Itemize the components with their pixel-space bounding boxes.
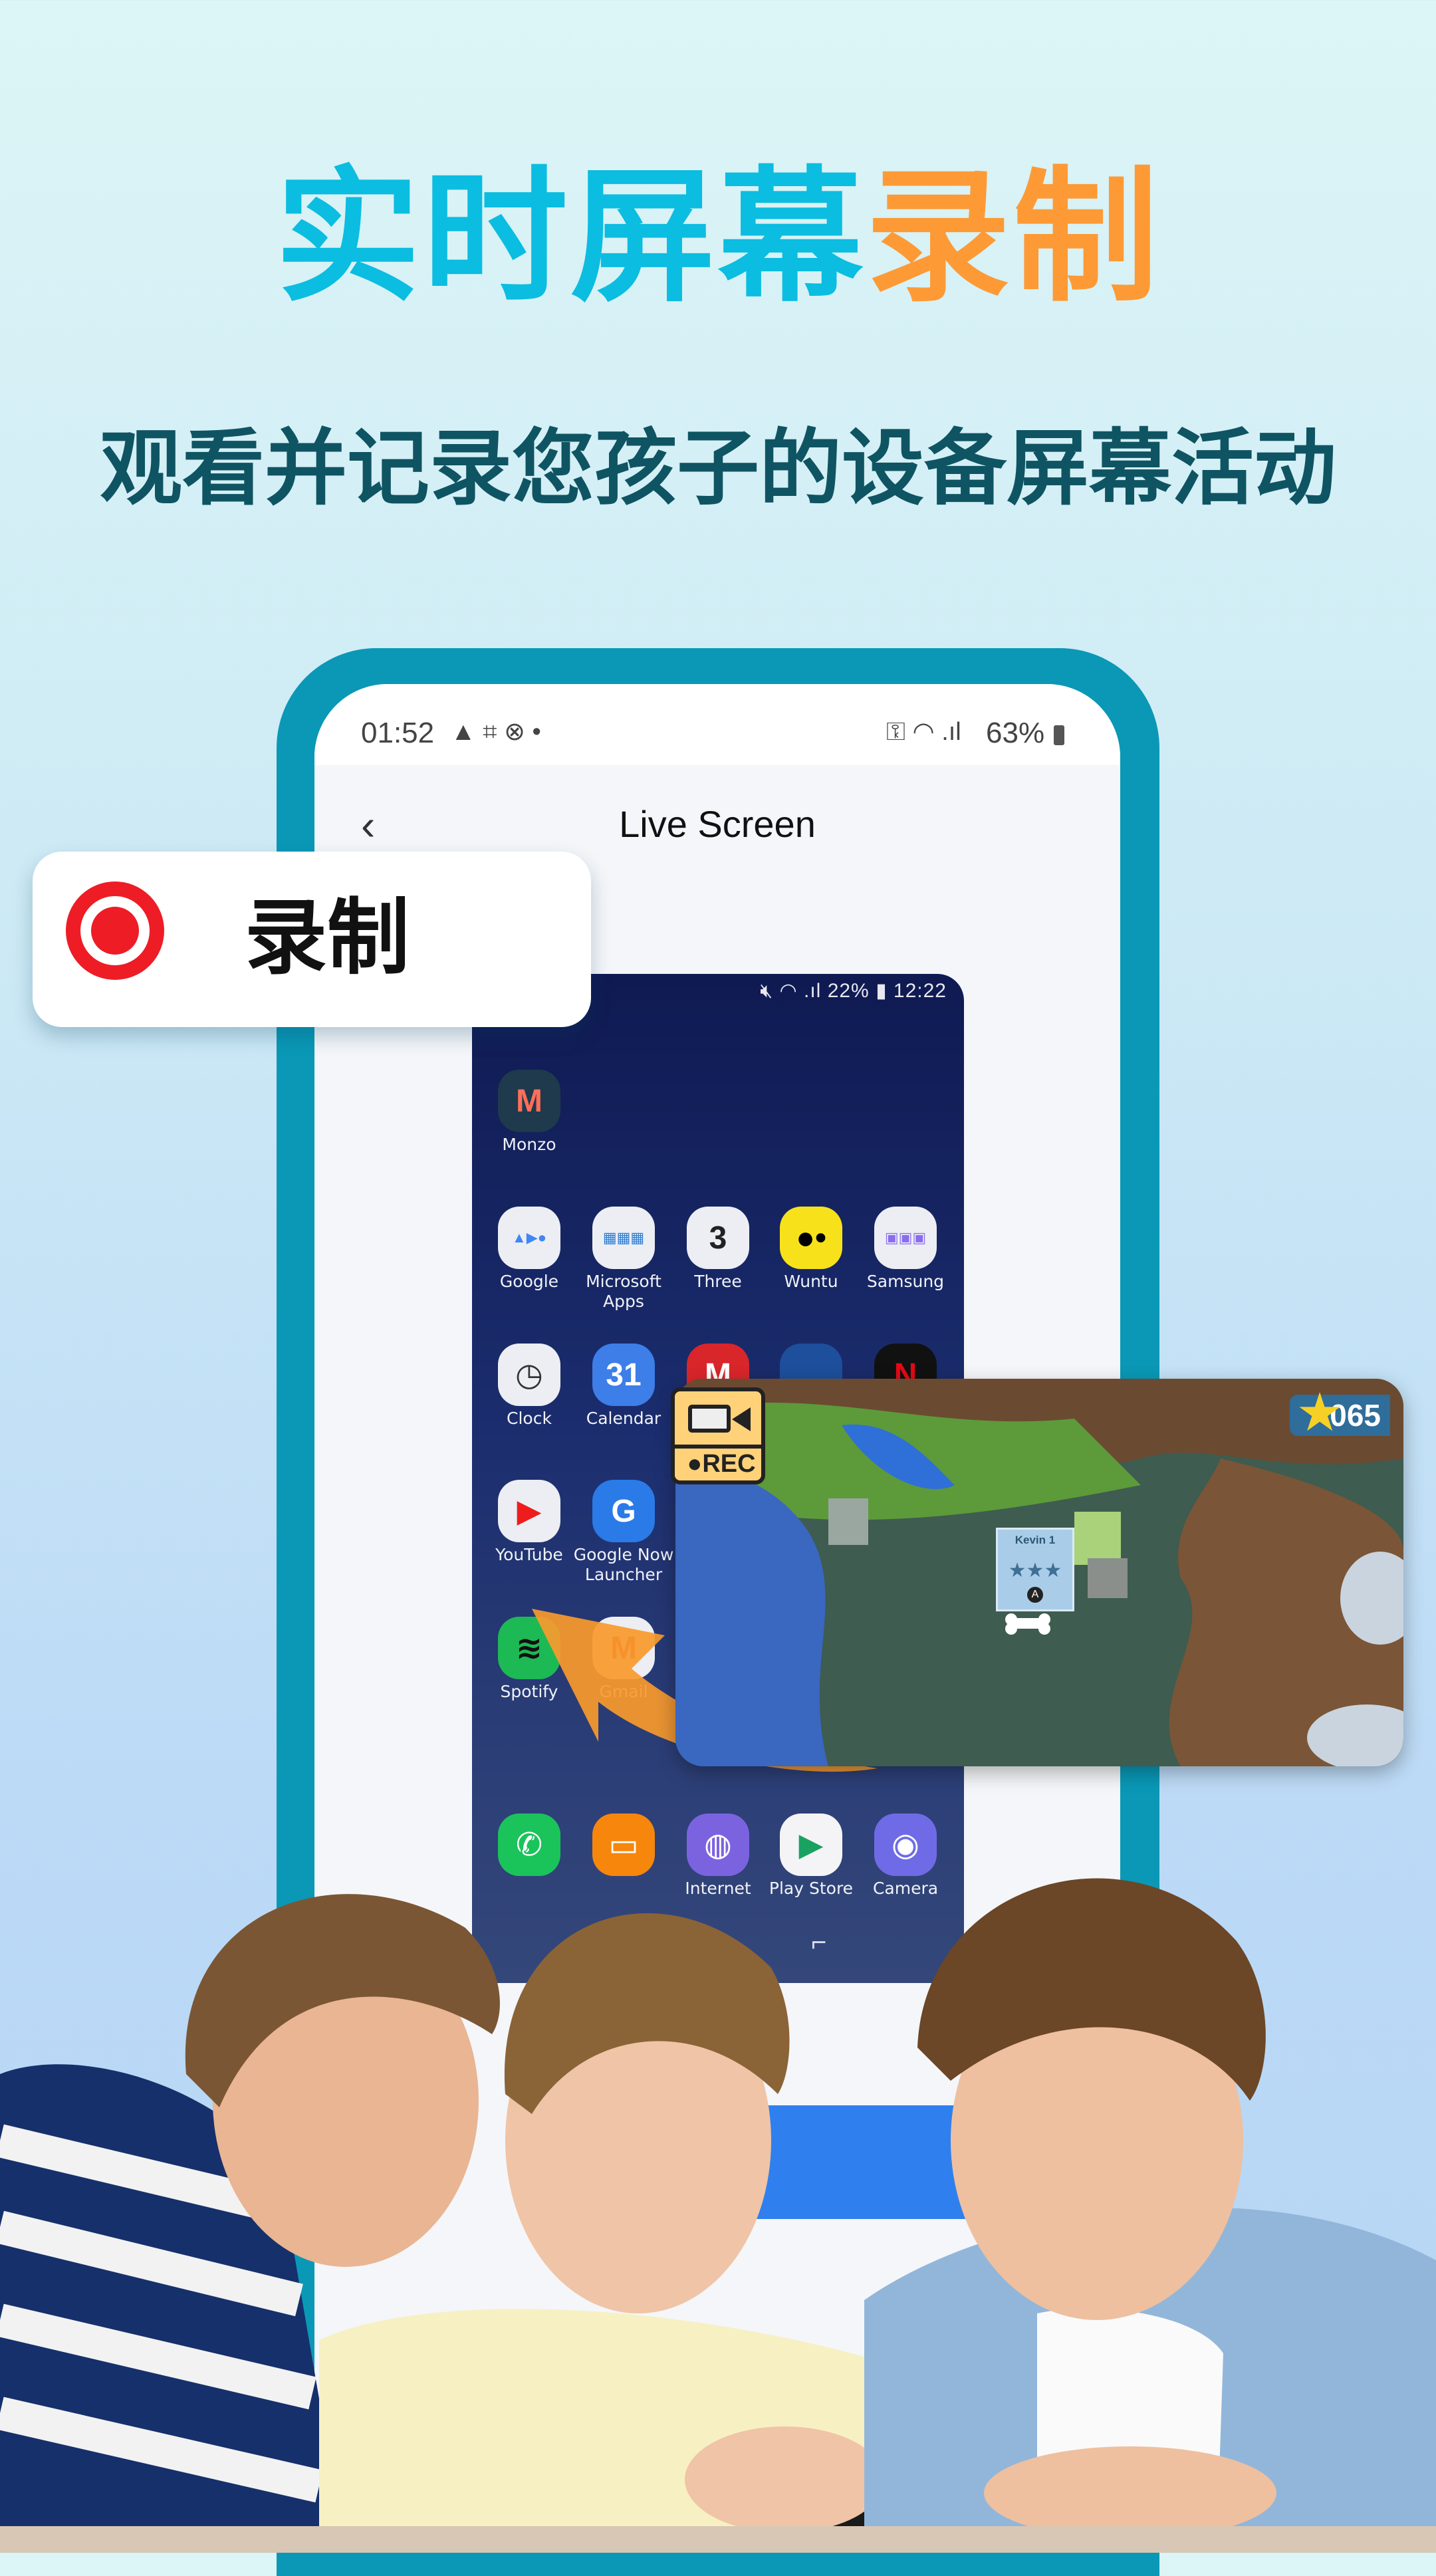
level-sign[interactable]: Kevin 1 ★★★ A [996,1528,1074,1611]
table [0,2526,1436,2553]
stars-icon: ★★★ [1008,1560,1062,1581]
record-label: 录制 [245,890,410,986]
record-dot [91,907,139,955]
game-recording-preview: Kevin 1 ★★★ A 065 ★ [675,1379,1403,1766]
video-camera-icon: ●REC [671,1387,765,1484]
star-icon: ★ [1296,1383,1344,1442]
rec-label: ●REC [687,1450,756,1478]
children-photo [0,1878,1436,2553]
level-sign-label: Kevin 1 [1015,1534,1056,1546]
a-button-icon: A [1027,1587,1043,1603]
